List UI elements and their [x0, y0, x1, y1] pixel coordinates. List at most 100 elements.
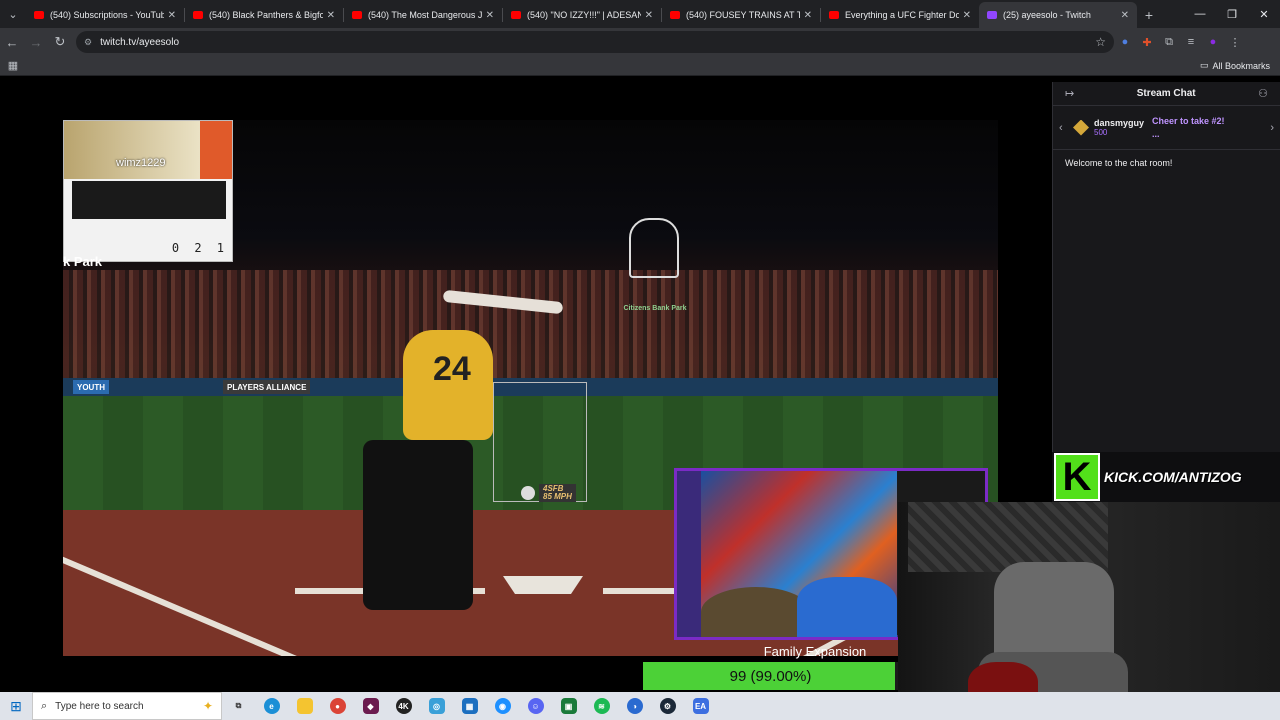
taskbar-search[interactable]: ⌕ Type here to search ✦	[32, 692, 222, 720]
youtube-icon	[193, 11, 203, 19]
extensions-puzzle-icon[interactable]: ⧉	[1158, 36, 1180, 49]
ea-icon[interactable]: EA	[684, 692, 717, 720]
extension-icon[interactable]: ✚	[1136, 36, 1158, 49]
apps-grid-icon[interactable]: ▦	[0, 59, 26, 72]
park-label: k Park	[63, 254, 103, 269]
tab-search-icon[interactable]: ⌄	[0, 0, 26, 28]
close-icon[interactable]: ✕	[645, 10, 653, 21]
windows-taskbar: ⊞ ⌕ Type here to search ✦ ⧉ e ● ◆ 4K ◎ ▦…	[0, 692, 1280, 720]
toolbar: ← → ↻ ⚙ twitch.tv/ayeesolo ☆ ● ✚ ⧉ ≡ ● ⋮	[0, 28, 1280, 56]
folder-icon: ▭	[1199, 60, 1209, 70]
chrome-icon[interactable]: ●	[321, 692, 354, 720]
app-icon[interactable]: ◎	[420, 692, 453, 720]
video-player[interactable]: YOUTH PLAYERS ALLIANCE Citizens Bank Par…	[0, 82, 1052, 692]
tab-youtube-adesanya[interactable]: (540) "NO IZZY!!!" | ADESANYA ✕	[503, 2, 661, 28]
pitch-ball-icon	[521, 486, 535, 500]
tab-youtube-fousey[interactable]: (540) FOUSEY TRAINS AT THE I ✕	[662, 2, 820, 28]
forward-button[interactable]: →	[24, 30, 48, 54]
task-view-icon[interactable]: ⧉	[222, 692, 255, 720]
spotify-icon[interactable]: ≋	[585, 692, 618, 720]
tab-youtube-subscriptions[interactable]: (540) Subscriptions - YouTube ✕	[26, 2, 184, 28]
close-window-icon[interactable]: ✕	[1248, 0, 1280, 28]
close-icon[interactable]: ✕	[486, 10, 494, 21]
restore-icon[interactable]: ❐	[1216, 0, 1248, 28]
minimize-icon[interactable]: —	[1184, 0, 1216, 28]
discord-icon[interactable]: ☺	[519, 692, 552, 720]
leader-username: dansmyguy	[1094, 118, 1145, 128]
tab-title: (540) FOUSEY TRAINS AT THE I	[686, 10, 800, 20]
ballpark-name: Citizens Bank Park	[623, 305, 687, 312]
tab-youtube-ufc[interactable]: Everything a UFC Fighter Does ✕	[821, 2, 979, 28]
close-icon[interactable]: ✕	[327, 10, 335, 21]
edge-icon[interactable]: e	[255, 692, 288, 720]
profile-avatar-icon[interactable]: ●	[1202, 36, 1224, 48]
app-icon[interactable]: ▣	[552, 692, 585, 720]
app-icon[interactable]: 4K	[387, 692, 420, 720]
jersey-number: 24	[433, 350, 471, 388]
bits-badge-icon	[1073, 119, 1089, 136]
tab-title: (540) "NO IZZY!!!" | ADESANYA	[527, 10, 641, 20]
all-bookmarks-button[interactable]: ▭ All Bookmarks	[1200, 60, 1270, 71]
chevron-left-icon[interactable]: ‹	[1059, 122, 1073, 134]
stadium-stands	[63, 270, 998, 380]
cheer-more: ...	[1152, 128, 1160, 139]
extension-icon[interactable]: ●	[1114, 36, 1136, 48]
chat-title: Stream Chat	[1136, 88, 1196, 99]
tab-title: (540) Subscriptions - YouTube	[50, 10, 164, 20]
community-icon[interactable]: ⚇	[1258, 87, 1268, 100]
bookmark-star-icon[interactable]: ☆	[1095, 35, 1106, 49]
new-tab-button[interactable]: +	[1137, 2, 1161, 28]
copilot-sparkle-icon[interactable]: ✦	[203, 699, 213, 713]
scoreboard-overlay: wimz1229 0 2 1	[63, 120, 233, 262]
wall-ad: PLAYERS ALLIANCE	[223, 380, 311, 394]
bookmarks-bar: ▦ ▭ All Bookmarks	[0, 56, 1280, 76]
url-text: twitch.tv/ayeesolo	[100, 36, 180, 48]
app-icon[interactable]: ◉	[486, 692, 519, 720]
all-bookmarks-label: All Bookmarks	[1212, 60, 1270, 71]
tab-title: (25) ayeesolo - Twitch	[1003, 10, 1091, 20]
goal-progress-bar: 99 (99.00%)	[643, 662, 898, 690]
address-bar[interactable]: ⚙ twitch.tv/ayeesolo ☆	[76, 31, 1114, 53]
kick-overlay: K KICK.COM/ANTIZOG	[1052, 452, 1280, 502]
collapse-chat-icon[interactable]: ↦	[1065, 87, 1074, 100]
wall-ad: YOUTH	[73, 380, 109, 394]
home-plate	[503, 576, 583, 594]
facecam	[64, 121, 204, 179]
screen: ⌄ (540) Subscriptions - YouTube ✕ (540) …	[0, 0, 1280, 720]
red-cloth	[968, 662, 1038, 692]
pitch-speed: 85 MPH	[543, 492, 572, 501]
file-explorer-icon[interactable]	[288, 692, 321, 720]
app-icon[interactable]: ◆	[354, 692, 387, 720]
close-icon[interactable]: ✕	[963, 10, 971, 21]
batter-stats-panel	[72, 181, 226, 219]
window-controls: — ❐ ✕	[1184, 0, 1280, 28]
kick-logo: K	[1054, 453, 1100, 501]
tab-strip: ⌄ (540) Subscriptions - YouTube ✕ (540) …	[0, 0, 1280, 28]
cheer-cta[interactable]: Cheer to take #2! ...	[1152, 115, 1225, 141]
media-controls-icon[interactable]: ≡	[1180, 36, 1202, 48]
site-info-icon[interactable]: ⚙	[84, 37, 92, 48]
close-icon[interactable]: ✕	[804, 10, 812, 21]
steam-icon[interactable]: ⚙	[651, 692, 684, 720]
kick-url: KICK.COM/ANTIZOG	[1104, 469, 1242, 485]
leaderboard-entry[interactable]: dansmyguy 500	[1094, 118, 1144, 137]
youtube-icon	[34, 11, 44, 19]
pitch-info: 4SFB 85 MPH	[539, 484, 576, 502]
chevron-right-icon[interactable]: ›	[1270, 122, 1274, 134]
tab-youtube-dangerous-job[interactable]: (540) The Most Dangerous Job ✕	[344, 2, 502, 28]
tab-twitch-ayeesolo[interactable]: (25) ayeesolo - Twitch ✕	[979, 2, 1137, 28]
youtube-icon	[670, 11, 680, 19]
start-button[interactable]: ⊞	[0, 692, 32, 720]
room-camera	[898, 502, 1280, 692]
app-icon[interactable]: ◑	[618, 692, 651, 720]
close-icon[interactable]: ✕	[168, 10, 176, 21]
mural-detail	[797, 577, 897, 637]
tab-title: (540) Black Panthers & Bigfoot	[209, 10, 323, 20]
tab-youtube-black-panthers[interactable]: (540) Black Panthers & Bigfoot ✕	[185, 2, 343, 28]
back-button[interactable]: ←	[0, 30, 24, 54]
browser-menu-icon[interactable]: ⋮	[1224, 36, 1246, 49]
close-icon[interactable]: ✕	[1121, 10, 1129, 21]
reload-button[interactable]: ↻	[48, 30, 72, 54]
app-icon[interactable]: ▦	[453, 692, 486, 720]
mural-detail	[701, 587, 811, 637]
